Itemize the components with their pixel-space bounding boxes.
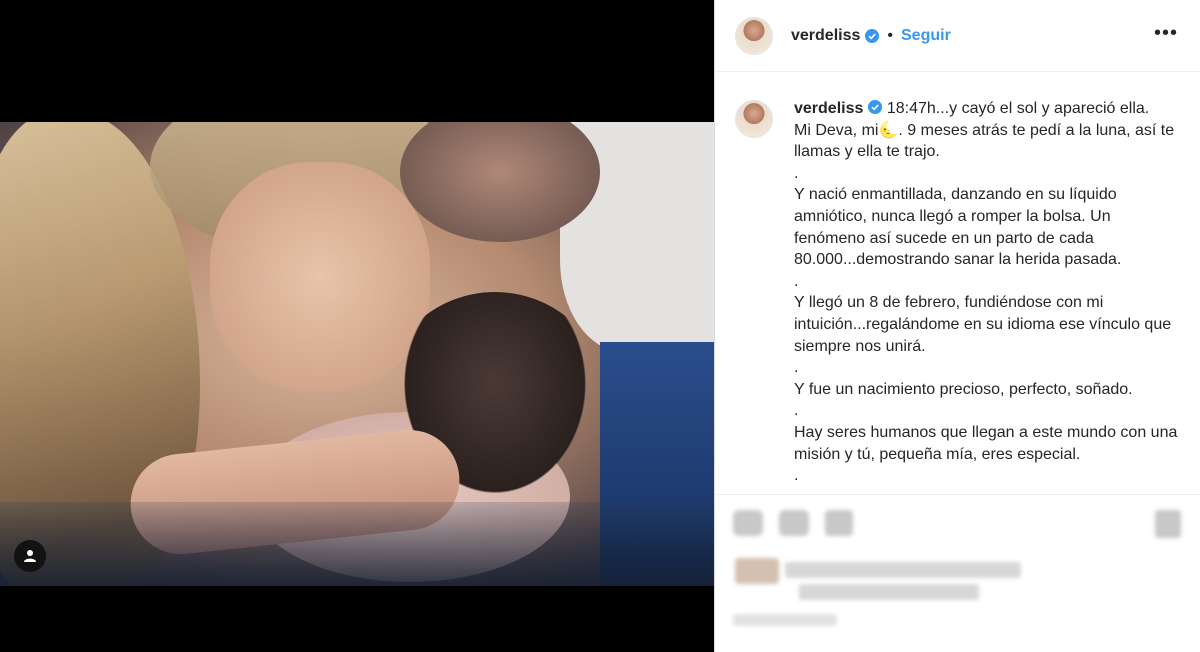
post-media bbox=[0, 0, 714, 652]
caption-line: . bbox=[794, 467, 799, 485]
liked-by-avatar bbox=[735, 558, 779, 584]
post-sidebar: verdeliss • Seguir ••• verdeliss 18:47h.… bbox=[714, 0, 1200, 652]
bookmark-icon[interactable] bbox=[1155, 510, 1181, 538]
caption-line: . bbox=[794, 402, 799, 420]
verified-badge-icon bbox=[865, 28, 880, 43]
post-timestamp bbox=[733, 614, 837, 626]
caption-avatar[interactable] bbox=[735, 100, 773, 138]
separator-dot: • bbox=[887, 26, 893, 44]
caption-line: Y fue un nacimiento precioso, perfecto, … bbox=[794, 380, 1133, 398]
post-header: verdeliss • Seguir ••• bbox=[715, 0, 1200, 72]
avatar[interactable] bbox=[735, 16, 773, 55]
caption-line: . bbox=[794, 359, 799, 377]
caption-line: 18:47h...y cayó el sol y apareció ella. bbox=[886, 100, 1150, 117]
caption-line: Y llegó un 8 de febrero, fundiéndose con… bbox=[794, 294, 1172, 355]
verified-badge-icon bbox=[868, 100, 883, 114]
user-tag-icon[interactable] bbox=[14, 540, 46, 572]
caption-line: Y nació enmantillada, danzando en su líq… bbox=[794, 186, 1122, 269]
share-icon[interactable] bbox=[825, 510, 853, 536]
follow-button[interactable]: Seguir bbox=[901, 27, 951, 45]
divider bbox=[715, 494, 1200, 495]
post-username[interactable]: verdeliss bbox=[791, 27, 860, 45]
likes-text bbox=[785, 562, 1021, 578]
caption-username[interactable]: verdeliss bbox=[794, 100, 863, 117]
caption-line: Mi Deva, mi🌜. 9 meses atrás te pedí a la… bbox=[794, 121, 1175, 161]
likes-text-line2 bbox=[799, 584, 979, 600]
comment-icon[interactable] bbox=[779, 510, 809, 536]
caption-line: . bbox=[794, 272, 799, 290]
post-photo[interactable] bbox=[0, 122, 714, 586]
heart-icon[interactable] bbox=[733, 510, 763, 536]
post-caption: verdeliss 18:47h...y cayó el sol y apare… bbox=[735, 98, 1195, 490]
caption-text: verdeliss 18:47h...y cayó el sol y apare… bbox=[794, 98, 1179, 490]
more-options-icon[interactable]: ••• bbox=[1154, 23, 1178, 43]
caption-line: . bbox=[794, 164, 799, 182]
caption-line: Hay seres humanos que llegan a este mund… bbox=[794, 423, 1178, 463]
